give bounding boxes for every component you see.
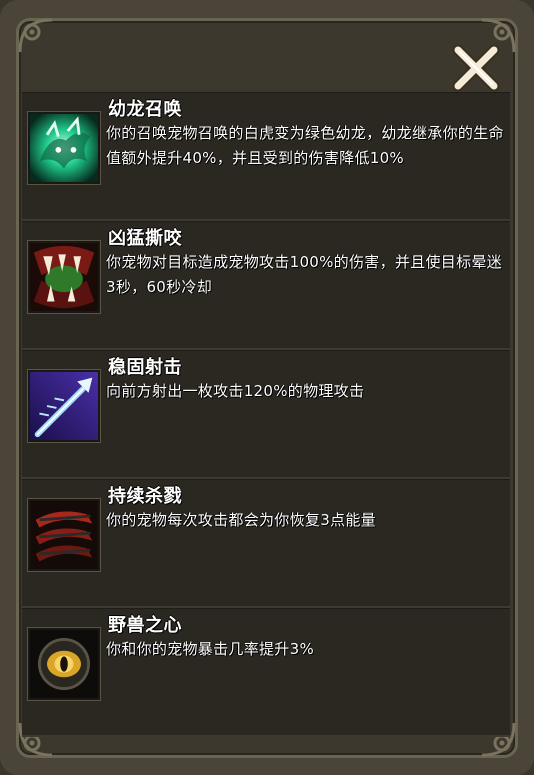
skill-description: 你宠物对目标造成宠物攻击100%的伤害，并且使目标晕迷3秒，60秒冷却 xyxy=(106,253,502,296)
fierce-bite-fangs-icon xyxy=(27,240,101,314)
skill-name: 野兽之心 xyxy=(108,615,182,636)
skill-row-dragon-summon[interactable]: 幼龙召唤 你的召唤宠物召唤的白虎变为绿色幼龙，幼龙继承你的生命值额外提升40%，… xyxy=(22,92,510,221)
close-button[interactable] xyxy=(450,42,502,94)
skill-dialog: 幼龙召唤 你的召唤宠物召唤的白虎变为绿色幼龙，幼龙继承你的生命值额外提升40%，… xyxy=(0,0,534,775)
skill-name: 持续杀戮 xyxy=(108,486,182,507)
skill-name: 稳固射击 xyxy=(108,357,182,378)
green-dragon-summon-icon xyxy=(27,111,101,185)
skill-name: 幼龙召唤 xyxy=(108,99,182,120)
skill-list: 幼龙召唤 你的召唤宠物召唤的白虎变为绿色幼龙，幼龙继承你的生命值额外提升40%，… xyxy=(22,92,510,737)
skill-description: 你的召唤宠物召唤的白虎变为绿色幼龙，幼龙继承你的生命值额外提升40%，并且受到的… xyxy=(106,124,504,167)
steady-shot-arrow-icon xyxy=(27,369,101,443)
sustained-slaughter-claws-icon xyxy=(27,498,101,572)
skill-row-sustained-slaughter[interactable]: 持续杀戮 你的宠物每次攻击都会为你恢复3点能量 xyxy=(22,479,510,608)
corner-ornament-icon xyxy=(18,18,53,53)
skill-description: 你的宠物每次攻击都会为你恢复3点能量 xyxy=(106,511,376,529)
skill-name: 凶猛撕咬 xyxy=(108,228,182,249)
skill-row-steady-shot[interactable]: 稳固射击 向前方射出一枚攻击120%的物理攻击 xyxy=(22,350,510,479)
beast-heart-eye-icon xyxy=(27,627,101,701)
skill-row-fierce-bite[interactable]: 凶猛撕咬 你宠物对目标造成宠物攻击100%的伤害，并且使目标晕迷3秒，60秒冷却 xyxy=(22,221,510,350)
skill-description: 向前方射出一枚攻击120%的物理攻击 xyxy=(106,382,365,400)
skill-row-beast-heart[interactable]: 野兽之心 你和你的宠物暴击几率提升3% xyxy=(22,608,510,737)
skill-description: 你和你的宠物暴击几率提升3% xyxy=(106,640,314,658)
close-x-icon xyxy=(452,44,500,92)
